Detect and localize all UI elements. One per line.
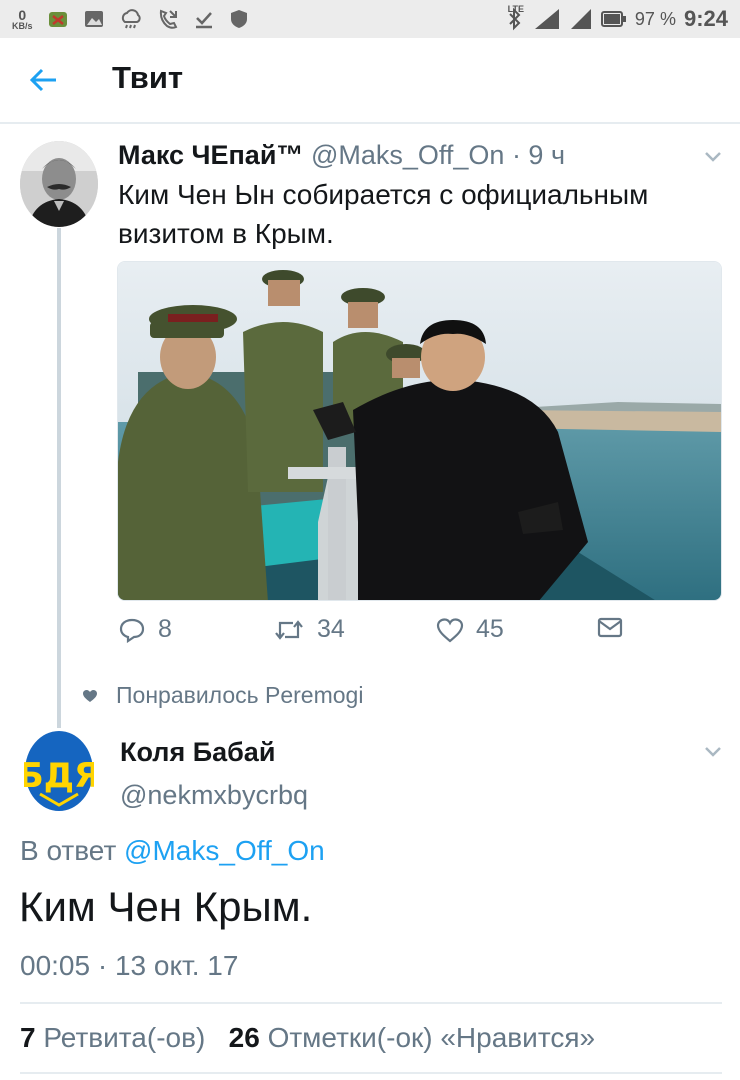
- app-header: Твит: [0, 38, 740, 124]
- app-notification-icon: [48, 12, 67, 27]
- network-type-label: LTE: [507, 4, 524, 14]
- avatar[interactable]: [20, 141, 98, 227]
- status-bar-left: 0 KB/s: [12, 4, 249, 34]
- envelope-icon: [597, 617, 623, 638]
- likes-stat-label: Отметки(-ок) «Нравится»: [267, 1022, 596, 1053]
- image-notification-icon: [84, 11, 103, 27]
- avatar-portrait-image: [20, 141, 98, 227]
- reply-action[interactable]: 8: [118, 615, 172, 644]
- weather-icon: [121, 9, 141, 29]
- tweet-photo[interactable]: [117, 261, 722, 601]
- like-count: 45: [476, 615, 504, 643]
- retweets-stat-label: Ретвита(-ов): [43, 1022, 206, 1053]
- liked-by-text[interactable]: Понравилось Peremogi: [116, 682, 363, 709]
- small-heart-icon: [83, 689, 97, 702]
- author-name[interactable]: Макс ЧЕпай™: [118, 140, 303, 170]
- chevron-down-icon[interactable]: [704, 746, 722, 758]
- avatar-emblem-image: БДЯ: [18, 731, 100, 811]
- lte-signal-icon: [534, 9, 559, 29]
- signal-strength-icon: [570, 9, 591, 29]
- data-rate-value: 0: [18, 6, 27, 23]
- like-action[interactable]: 45: [436, 615, 504, 644]
- shield-icon: [230, 10, 247, 28]
- tweet-time: · 9 ч: [511, 140, 566, 170]
- reply-count: 8: [158, 615, 172, 643]
- download-done-icon: [195, 12, 212, 29]
- likes-stat[interactable]: 26 Отметки(-ок) «Нравится»: [229, 1022, 595, 1053]
- status-bar-right: LTE 97 % 9:24: [507, 4, 728, 34]
- page-title: Твит: [112, 60, 184, 95]
- tweet-header: Макс ЧЕпай™ @Maks_Off_On · 9 ч: [118, 140, 565, 171]
- author-name[interactable]: Коля Бабай: [120, 737, 275, 768]
- battery-icon: [600, 11, 626, 27]
- clock-time: 9:24: [683, 6, 728, 31]
- avatar[interactable]: БДЯ: [18, 730, 100, 812]
- back-arrow-icon[interactable]: [28, 64, 60, 96]
- photo-image: [118, 262, 721, 600]
- reply-mention-link[interactable]: @Maks_Off_On: [124, 835, 325, 866]
- thread-line: [57, 228, 61, 728]
- social-context: Понравилось Peremogi: [82, 682, 363, 709]
- tweet-text: Ким Чен Крым.: [19, 883, 313, 930]
- tweet-timestamp: 00:05 · 13 окт. 17: [20, 950, 239, 981]
- tweet-text: Ким Чен Ын собирается с официальным визи…: [118, 179, 649, 249]
- chevron-down-icon[interactable]: [704, 151, 722, 163]
- reply-prefix: В ответ: [20, 835, 117, 866]
- author-handle[interactable]: @Maks_Off_On: [311, 140, 504, 170]
- battery-percentage: 97 %: [634, 8, 676, 29]
- retweet-action[interactable]: 34: [273, 615, 345, 644]
- status-bar: 0 KB/s LTE 97 % 9:24: [0, 0, 740, 38]
- divider: [20, 1002, 722, 1004]
- reply-icon: [119, 618, 145, 643]
- tweet-stats: 7 Ретвита(-ов) 26 Отметки(-ок) «Нравится…: [20, 1022, 595, 1054]
- data-rate-indicator: 0 KB/s: [12, 8, 33, 31]
- svg-text:БДЯ: БДЯ: [24, 756, 94, 796]
- retweets-stat-count: 7: [20, 1022, 36, 1053]
- direct-message-action[interactable]: [596, 615, 624, 639]
- replying-to: В ответ @Maks_Off_On: [20, 835, 325, 867]
- heart-icon: [436, 617, 464, 642]
- retweet-count: 34: [317, 615, 345, 643]
- author-handle[interactable]: @nekmxbycrbq: [120, 780, 308, 811]
- tweet-actions: 8 34 45: [118, 615, 728, 651]
- retweets-stat[interactable]: 7 Ретвита(-ов): [20, 1022, 205, 1053]
- data-rate-unit: KB/s: [12, 20, 33, 31]
- divider: [20, 1072, 722, 1074]
- retweet-icon: [275, 619, 303, 640]
- missed-call-icon: [159, 9, 177, 29]
- likes-stat-count: 26: [228, 1022, 260, 1053]
